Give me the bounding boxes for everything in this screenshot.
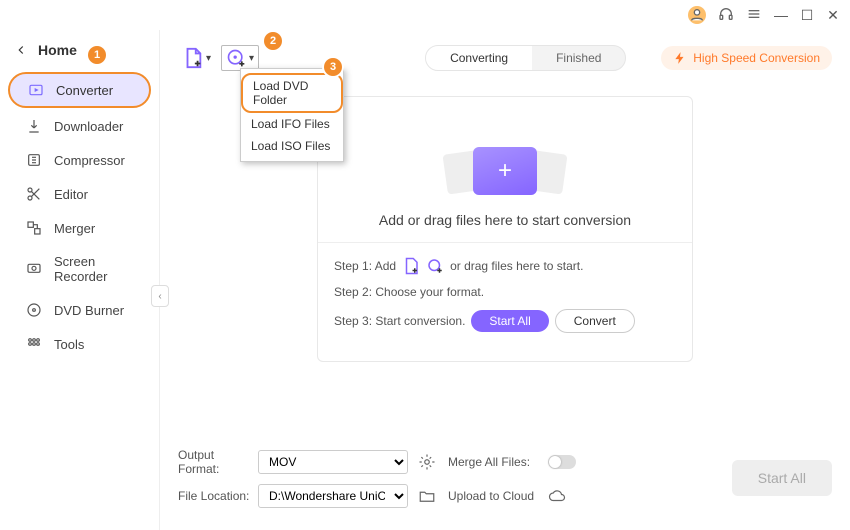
home-label: Home [38,42,77,58]
step1-suffix: or drag files here to start. [450,259,583,273]
close-button[interactable]: ✕ [826,8,840,22]
home-nav[interactable]: Home [0,38,159,70]
merge-toggle[interactable] [548,455,576,469]
user-avatar-icon[interactable] [688,6,706,24]
step3-text: Step 3: Start conversion. [334,314,465,328]
grid-icon [26,336,42,352]
chevron-left-icon [14,43,28,57]
file-plus-icon [182,47,204,69]
headset-icon[interactable] [718,6,734,25]
nav-label: DVD Burner [54,303,124,318]
output-format-label: Output Format: [178,448,258,476]
download-icon [26,118,42,134]
menu-item-load-iso[interactable]: Load ISO Files [241,135,343,157]
hamburger-menu-icon[interactable] [746,6,762,25]
menu-item-load-dvd-folder[interactable]: Load DVD Folder [241,73,343,113]
caret-down-icon: ▾ [249,53,254,64]
folder-illustration: + [445,143,565,198]
step2-text: Step 2: Choose your format. [334,285,484,299]
nav-label: Tools [54,337,84,352]
nav-label: Downloader [54,119,123,134]
step1-prefix: Step 1: Add [334,259,396,273]
file-plus-icon[interactable] [402,257,420,275]
annotation-badge-1: 1 [88,46,106,64]
converter-icon [28,82,44,98]
steps-panel: Step 1: Add or drag files here to start.… [318,242,692,361]
nav-label: Converter [56,83,113,98]
folder-open-icon[interactable] [418,487,436,505]
compressor-icon [26,152,42,168]
sidebar-item-dvd-burner[interactable]: DVD Burner [8,294,151,326]
sidebar: Home Converter Downloader Compressor Edi… [0,30,160,530]
sidebar-item-tools[interactable]: Tools [8,328,151,360]
convert-button[interactable]: Convert [555,309,635,333]
sidebar-item-downloader[interactable]: Downloader [8,110,151,142]
scissors-icon [26,186,42,202]
sidebar-item-converter[interactable]: Converter [8,72,151,108]
add-file-button[interactable]: ▾ [178,47,215,69]
nav-label: Compressor [54,153,125,168]
caret-down-icon: ▾ [206,53,211,64]
tab-switch: Converting Finished [425,45,626,71]
cloud-icon[interactable] [548,487,566,505]
titlebar: — ☐ ✕ [0,0,850,30]
sidebar-item-editor[interactable]: Editor [8,178,151,210]
merge-label: Merge All Files: [448,455,548,469]
disc-icon [26,302,42,318]
sidebar-item-screen-recorder[interactable]: Screen Recorder [8,246,151,292]
nav-label: Screen Recorder [54,254,133,284]
menu-item-load-ifo[interactable]: Load IFO Files [241,113,343,135]
sidebar-item-merger[interactable]: Merger [8,212,151,244]
dvd-load-menu: Load DVD Folder Load IFO Files Load ISO … [240,68,344,162]
maximize-button[interactable]: ☐ [800,8,814,22]
drop-zone-message: Add or drag files here to start conversi… [379,212,631,228]
settings-icon[interactable] [418,453,436,471]
bottom-bar: Output Format: MOV Merge All Files: Star… [178,448,832,508]
file-location-select[interactable]: D:\Wondershare UniConverter 1 [258,484,408,508]
nav-label: Editor [54,187,88,202]
disc-plus-icon [226,48,246,68]
annotation-badge-2: 2 [264,32,282,50]
high-speed-label: High Speed Conversion [693,51,820,65]
annotation-badge-3: 3 [324,58,342,76]
drop-zone[interactable]: + Add or drag files here to start conver… [317,96,693,362]
tab-finished[interactable]: Finished [532,46,625,70]
lightning-icon [673,51,687,65]
output-format-select[interactable]: MOV [258,450,408,474]
tab-converting[interactable]: Converting [426,46,532,70]
screen-recorder-icon [26,261,42,277]
nav-label: Merger [54,221,95,236]
file-location-label: File Location: [178,489,258,503]
merger-icon [26,220,42,236]
disc-plus-icon[interactable] [426,257,444,275]
upload-cloud-label: Upload to Cloud [448,489,548,503]
sidebar-item-compressor[interactable]: Compressor [8,144,151,176]
start-all-footer-button[interactable]: Start All [732,460,832,496]
folder-plus-icon: + [473,147,537,195]
high-speed-badge[interactable]: High Speed Conversion [661,46,832,70]
start-all-button[interactable]: Start All [471,310,548,332]
minimize-button[interactable]: — [774,8,788,22]
